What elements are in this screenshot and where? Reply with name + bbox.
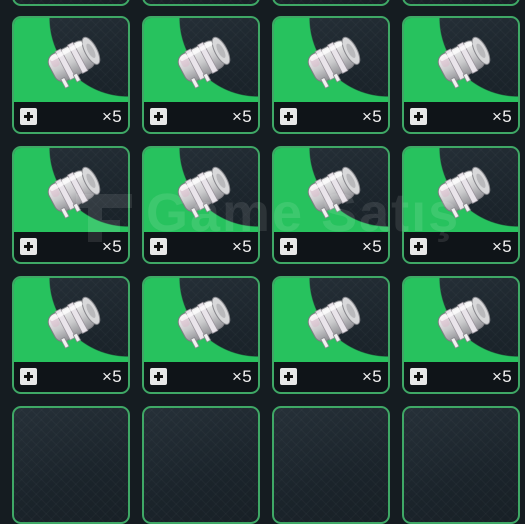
- slot-footer: ×5: [404, 232, 518, 262]
- add-button[interactable]: [20, 238, 37, 255]
- item-quantity: ×5: [362, 367, 382, 386]
- add-button[interactable]: [410, 238, 427, 255]
- scroll-bundle-icon: [47, 36, 101, 89]
- item-quantity: ×5: [362, 107, 382, 126]
- slot-footer: ×5: [274, 102, 388, 132]
- inventory-slot-partial[interactable]: [12, 406, 130, 524]
- inventory-slot-partial[interactable]: [402, 406, 520, 524]
- add-button[interactable]: [150, 368, 167, 385]
- scroll-bundle-icon: [437, 36, 491, 89]
- inventory-slot-partial[interactable]: [272, 406, 390, 524]
- add-button[interactable]: [280, 368, 297, 385]
- add-button[interactable]: [150, 108, 167, 125]
- add-button[interactable]: [150, 238, 167, 255]
- slot-footer: ×5: [144, 362, 258, 392]
- inventory-grid: ×5 ×5 ×5 ×5 ×5 ×5 ×5 ×5 ×5 ×5 ×5 ×5: [0, 0, 525, 524]
- inventory-slot[interactable]: ×5: [142, 276, 260, 394]
- item-quantity: ×5: [362, 237, 382, 256]
- item-quantity: ×5: [102, 237, 122, 256]
- scroll-bundle-icon: [47, 166, 101, 219]
- scroll-bundle-icon: [307, 296, 361, 349]
- item-quantity: ×5: [232, 107, 252, 126]
- add-button[interactable]: [410, 368, 427, 385]
- inventory-slot[interactable]: ×5: [402, 146, 520, 264]
- inventory-slot[interactable]: ×5: [142, 146, 260, 264]
- inventory-slot[interactable]: ×5: [272, 276, 390, 394]
- add-button[interactable]: [410, 108, 427, 125]
- scroll-bundle-icon: [47, 296, 101, 349]
- slot-footer: ×5: [404, 102, 518, 132]
- add-button[interactable]: [280, 238, 297, 255]
- slot-footer: ×5: [274, 362, 388, 392]
- inventory-slot-partial[interactable]: [142, 406, 260, 524]
- item-quantity: ×5: [492, 237, 512, 256]
- item-quantity: ×5: [102, 367, 122, 386]
- slot-footer: ×5: [14, 362, 128, 392]
- inventory-slot[interactable]: ×5: [402, 276, 520, 394]
- slot-footer: ×5: [14, 232, 128, 262]
- slot-footer: ×5: [144, 102, 258, 132]
- scroll-bundle-icon: [177, 36, 231, 89]
- add-button[interactable]: [20, 108, 37, 125]
- slot-footer: ×5: [14, 102, 128, 132]
- item-quantity: ×5: [232, 237, 252, 256]
- inventory-slot[interactable]: ×5: [12, 16, 130, 134]
- item-quantity: ×5: [102, 107, 122, 126]
- scroll-bundle-icon: [437, 166, 491, 219]
- inventory-slot[interactable]: ×5: [12, 146, 130, 264]
- add-button[interactable]: [20, 368, 37, 385]
- scroll-bundle-icon: [177, 296, 231, 349]
- inventory-slot[interactable]: ×5: [142, 16, 260, 134]
- scroll-bundle-icon: [307, 166, 361, 219]
- scroll-bundle-icon: [177, 166, 231, 219]
- scroll-bundle-icon: [307, 36, 361, 89]
- slot-footer: ×5: [144, 232, 258, 262]
- inventory-slot-partial[interactable]: [142, 0, 260, 6]
- item-quantity: ×5: [232, 367, 252, 386]
- scroll-bundle-icon: [437, 296, 491, 349]
- inventory-slot[interactable]: ×5: [272, 16, 390, 134]
- add-button[interactable]: [280, 108, 297, 125]
- slot-footer: ×5: [274, 232, 388, 262]
- slot-footer: ×5: [404, 362, 518, 392]
- inventory-slot-partial[interactable]: [12, 0, 130, 6]
- inventory-slot-partial[interactable]: [402, 0, 520, 6]
- item-quantity: ×5: [492, 107, 512, 126]
- item-quantity: ×5: [492, 367, 512, 386]
- inventory-slot[interactable]: ×5: [12, 276, 130, 394]
- inventory-slot[interactable]: ×5: [272, 146, 390, 264]
- inventory-slot[interactable]: ×5: [402, 16, 520, 134]
- inventory-slot-partial[interactable]: [272, 0, 390, 6]
